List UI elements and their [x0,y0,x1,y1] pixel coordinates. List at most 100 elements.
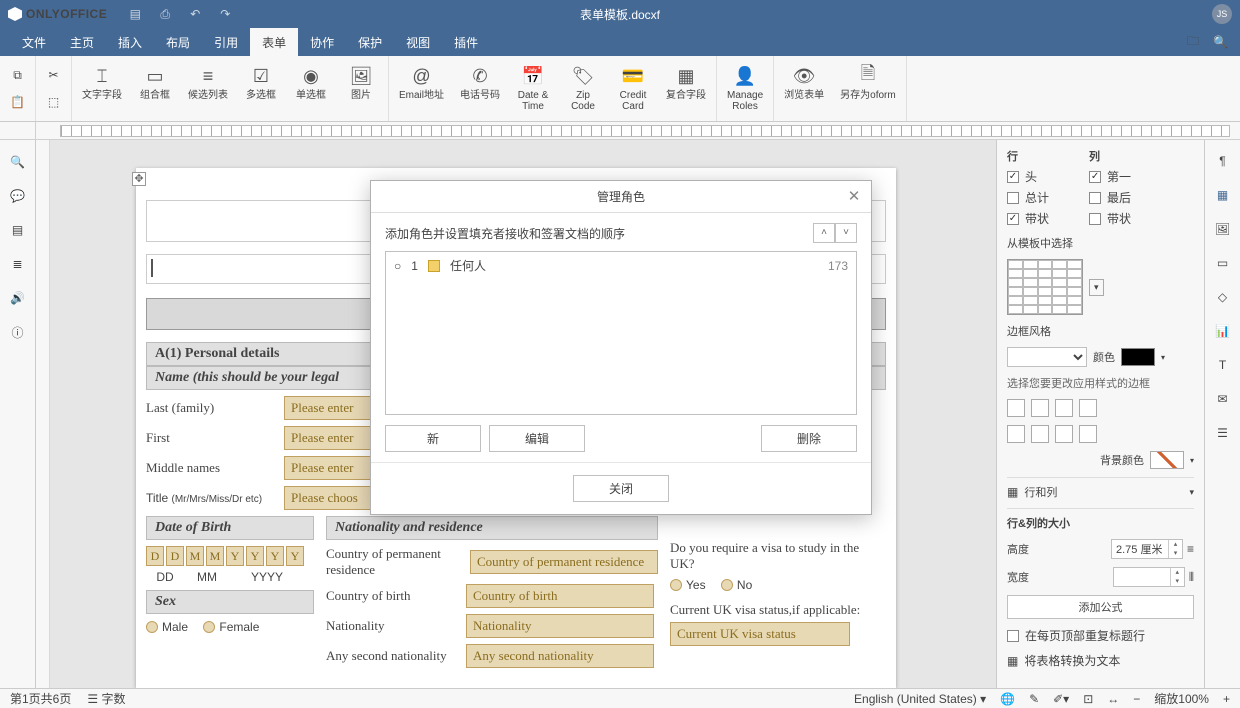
saveas-button[interactable]: 🗎另存为oform [834,62,902,103]
roles-list[interactable]: ○ 1 任何人 173 [385,251,857,415]
outline-icon[interactable]: ≣ [10,256,26,272]
menu-collab[interactable]: 协作 [298,28,346,56]
menu-layout[interactable]: 布局 [154,28,202,56]
about-icon[interactable]: ⓘ [10,324,26,340]
bg-color-swatch[interactable] [1150,451,1184,469]
vertical-ruler[interactable] [36,140,50,688]
zoom-level[interactable]: 缩放100% [1154,690,1209,707]
menu-references[interactable]: 引用 [202,28,250,56]
manage-roles-button[interactable]: 👤Manage Roles [721,62,769,114]
form-tab-icon[interactable]: ☰ [1214,424,1232,442]
template-preview[interactable] [1007,259,1083,315]
border-width-select[interactable] [1007,347,1087,367]
horizontal-ruler[interactable] [60,125,1230,137]
header-row-check[interactable]: ✓头 [1007,168,1049,185]
menu-file[interactable]: 文件 [10,28,58,56]
card-button[interactable]: 💳Credit Card [610,62,656,114]
banded-row-check[interactable]: ✓带状 [1007,210,1049,227]
cob-field[interactable]: Country of birth [466,584,654,608]
word-count[interactable]: ☰ 字数 [87,690,125,707]
comments-icon[interactable]: 💬 [10,188,26,204]
width-spinner[interactable]: ▴▾ [1113,567,1185,587]
table-tab-icon[interactable]: ▦ [1214,186,1232,204]
menu-protect[interactable]: 保护 [346,28,394,56]
table-handle-icon[interactable]: ✥ [132,172,146,186]
chart-tab-icon[interactable]: 📊 [1214,322,1232,340]
no-radio[interactable]: No [721,578,752,592]
last-col-check[interactable]: 最后 [1089,189,1131,206]
feedback-icon[interactable]: 🔊 [10,290,26,306]
move-up-button[interactable]: ˄ [813,223,835,243]
border-preset-icon[interactable] [1055,399,1073,417]
template-dropdown-icon[interactable]: ▾ [1089,279,1104,296]
email-button[interactable]: @Email地址 [393,62,450,103]
repeat-header-check[interactable]: 在每页顶部重复标题行 [1007,627,1194,644]
border-preset-icon[interactable] [1079,425,1097,443]
nat-field[interactable]: Nationality [466,614,654,638]
border-preset-icon[interactable] [1079,399,1097,417]
image-button[interactable]: 🖼图片 [338,62,384,103]
menu-home[interactable]: 主页 [58,28,106,56]
search-icon[interactable]: 🔍 [1213,35,1228,49]
paste-icon[interactable]: 📋 [10,95,25,109]
female-radio[interactable]: Female [203,620,259,634]
language-selector[interactable]: English (United States) ▾ [854,692,986,706]
text-field-button[interactable]: ⌶文字字段 [76,62,128,103]
first-col-check[interactable]: ✓第一 [1089,168,1131,185]
dob-cells[interactable]: DDMMYYYY [146,546,314,566]
male-radio[interactable]: Male [146,620,188,634]
zip-button[interactable]: 🏷Zip Code [560,62,606,114]
menu-insert[interactable]: 插入 [106,28,154,56]
delete-button[interactable]: 删除 [761,425,857,452]
border-preset-icon[interactable] [1007,425,1025,443]
copy-icon[interactable]: ⧉ [13,68,22,83]
total-row-check[interactable]: 总计 [1007,189,1049,206]
role-row[interactable]: ○ 1 任何人 173 [386,252,856,279]
drag-handle-icon[interactable]: ○ [394,259,401,273]
headings-icon[interactable]: ▤ [10,222,26,238]
border-preset-icon[interactable] [1031,399,1049,417]
rowcol-dropdown-icon[interactable]: ▾ [1189,487,1194,498]
checkbox-button[interactable]: ☑多选框 [238,62,284,103]
save-icon[interactable]: ▤ [127,6,143,22]
zoom-in-icon[interactable]: + [1223,692,1230,706]
close-button[interactable]: 关闭 [573,475,669,502]
border-preset-icon[interactable] [1031,425,1049,443]
spellcheck-icon[interactable]: 🌐 [1000,692,1015,706]
fit-width-icon[interactable]: ↔ [1107,692,1119,706]
yes-radio[interactable]: Yes [670,578,706,592]
paragraph-tab-icon[interactable]: ¶ [1214,152,1232,170]
sec-nat-field[interactable]: Any second nationality [466,644,654,668]
move-down-button[interactable]: ˅ [835,223,857,243]
textart-tab-icon[interactable]: T [1214,356,1232,374]
convert-label[interactable]: 将表格转换为文本 [1024,652,1120,669]
undo-icon[interactable]: ↶ [187,6,203,22]
menu-plugins[interactable]: 插件 [442,28,490,56]
menu-forms[interactable]: 表单 [250,28,298,56]
open-location-icon[interactable]: 🗀 [1187,32,1199,53]
border-color-swatch[interactable] [1121,348,1155,366]
border-preset-icon[interactable] [1007,399,1025,417]
cut-icon[interactable]: ✂ [48,68,58,82]
header-tab-icon[interactable]: ▭ [1214,254,1232,272]
fit-icon[interactable]: ⊡ [1083,692,1093,706]
datetime-button[interactable]: 📅Date & Time [510,62,556,114]
combo-button[interactable]: ▭组合框 [132,62,178,103]
visa-status-field[interactable]: Current UK visa status [670,622,850,646]
mail-tab-icon[interactable]: ✉ [1214,390,1232,408]
dist-cols-icon[interactable]: ⦀ [1189,570,1194,585]
dropdown-button[interactable]: ≡候选列表 [182,62,234,103]
redo-icon[interactable]: ↷ [217,6,233,22]
banded-col-check[interactable]: 带状 [1089,210,1131,227]
print-icon[interactable]: ⎙ [157,6,173,22]
shape-tab-icon[interactable]: ◇ [1214,288,1232,306]
close-icon[interactable]: ✕ [845,187,863,205]
image-tab-icon[interactable]: 🖼 [1214,220,1232,238]
find-icon[interactable]: 🔍 [10,154,26,170]
page-indicator[interactable]: 第1页共6页 [10,690,71,707]
complex-button[interactable]: ▦复合字段 [660,62,712,103]
tracking2-icon[interactable]: ✐▾ [1053,692,1069,706]
phone-button[interactable]: ✆电话号码 [454,62,506,103]
new-button[interactable]: 新 [385,425,481,452]
add-formula-button[interactable]: 添加公式 [1007,595,1194,619]
